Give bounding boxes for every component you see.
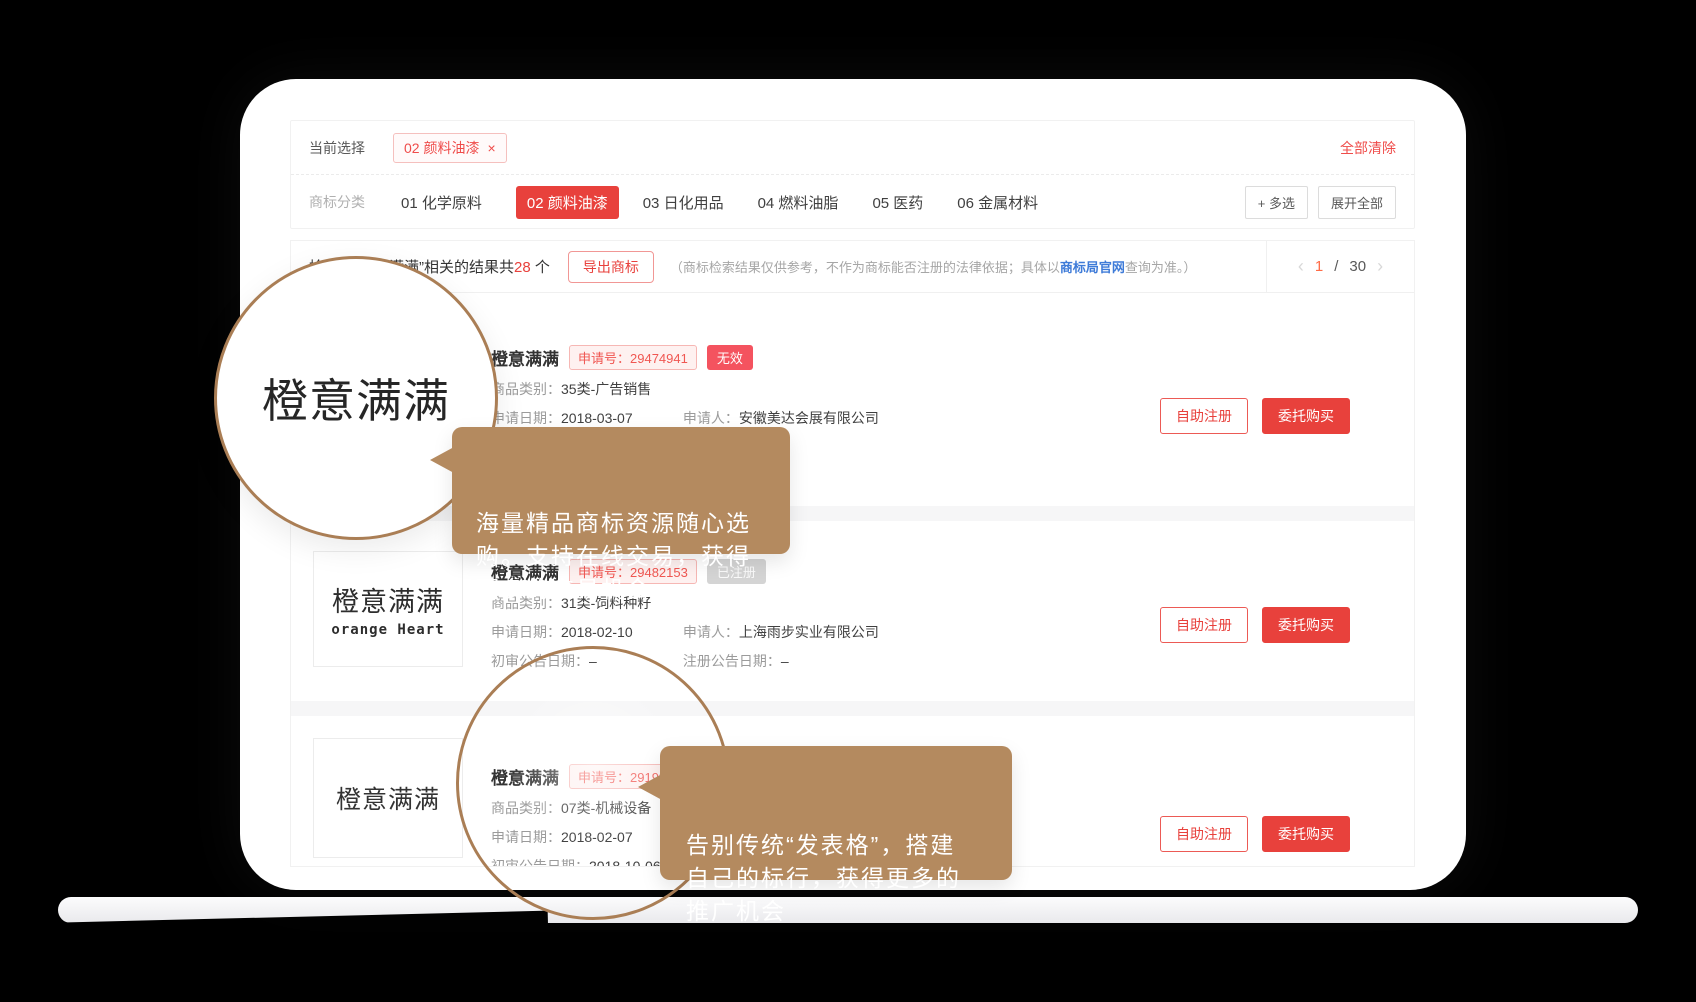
filter-panel: 当前选择 02 颜料油漆 × 全部清除 商标分类 01 化学原料 02 颜料油漆… xyxy=(290,120,1415,229)
field-value: 2018-02-07 xyxy=(561,829,633,845)
field-value: – xyxy=(781,653,789,669)
field-value: 35类-广告销售 xyxy=(561,381,651,397)
callout-promotion: 告别传统“发表格”，搭建 自己的标行，获得更多的 推广机会 xyxy=(660,746,1012,880)
field-label: 申请日期： xyxy=(491,410,561,426)
page-separator: / xyxy=(1334,258,1338,275)
field-value: 2018-02-10 xyxy=(561,624,633,640)
status-badge: 无效 xyxy=(707,345,753,370)
screenshot-stage: 当前选择 02 颜料油漆 × 全部清除 商标分类 01 化学原料 02 颜料油漆… xyxy=(0,0,1696,1002)
callout-arrow-icon xyxy=(430,447,454,473)
category-item-05[interactable]: 05 医药 xyxy=(872,192,923,213)
category-item-06[interactable]: 06 金属材料 xyxy=(957,192,1038,213)
row-divider xyxy=(291,701,1414,716)
current-page: 1 xyxy=(1315,258,1323,275)
disclaimer-text-pre: （商标检索结果仅供参考，不作为商标能否注册的法律依据；具体以 xyxy=(670,260,1060,275)
self-register-button[interactable]: 自助注册 xyxy=(1160,607,1248,643)
entrust-buy-button[interactable]: 委托购买 xyxy=(1262,398,1350,434)
category-item-01[interactable]: 01 化学原料 xyxy=(401,192,482,213)
callout-marketplace: 海量精品商标资源随心选 购。支持在线交易，获得 更多的交易机会 xyxy=(452,427,790,554)
prev-page-icon[interactable]: ‹ xyxy=(1298,256,1304,277)
field-value: – xyxy=(589,653,597,669)
field-label: 注册公告日期： xyxy=(683,653,781,669)
callout-arrow-icon xyxy=(638,774,662,800)
trademark-title: 橙意满满 xyxy=(491,345,559,370)
magnified-trademark-text: 橙意满满 xyxy=(262,365,450,431)
field-label: 初审公告日期： xyxy=(491,858,589,867)
field-label: 商品类别： xyxy=(491,381,561,397)
trademark-image: 橙意满满 xyxy=(313,738,463,858)
trademark-office-link[interactable]: 商标局官网 xyxy=(1060,260,1125,275)
category-item-02-selected[interactable]: 02 颜料油漆 xyxy=(516,186,619,219)
field-label: 申请日期： xyxy=(491,624,561,640)
entrust-buy-button[interactable]: 委托购买 xyxy=(1262,607,1350,643)
category-row-label: 商标分类 xyxy=(309,192,365,212)
multi-select-button[interactable]: + 多选 xyxy=(1245,186,1308,219)
field-label: 初审公告日期： xyxy=(491,653,589,669)
laptop-base xyxy=(58,897,1638,923)
results-count-suffix: 个 xyxy=(531,259,550,276)
pagination: ‹ 1 / 30 › xyxy=(1266,241,1414,292)
results-disclaimer: （商标检索结果仅供参考，不作为商标能否注册的法律依据；具体以商标局官网查询为准。… xyxy=(670,257,1197,276)
current-selection-label: 当前选择 xyxy=(309,138,365,158)
results-header: 检索到“橙意满满”相关的结果共28 个 导出商标 （商标检索结果仅供参考，不作为… xyxy=(291,241,1414,293)
trademark-image: 橙意满满 orange Heart xyxy=(313,551,463,667)
self-register-button[interactable]: 自助注册 xyxy=(1160,398,1248,434)
field-value: 2018-10-06 xyxy=(589,858,661,867)
next-page-icon[interactable]: › xyxy=(1377,256,1383,277)
field-value: 安徽美达会展有限公司 xyxy=(739,410,879,426)
field-label: 申请日期： xyxy=(491,829,561,845)
expand-all-button[interactable]: 展开全部 xyxy=(1318,186,1396,219)
category-item-03[interactable]: 03 日化用品 xyxy=(643,192,724,213)
entrust-buy-button[interactable]: 委托购买 xyxy=(1262,816,1350,852)
field-value: 2018-03-07 xyxy=(561,410,633,426)
current-selection-row: 当前选择 02 颜料油漆 × 全部清除 xyxy=(291,121,1414,175)
field-label: 申请人： xyxy=(683,410,739,426)
trademark-title: 橙意满满 xyxy=(491,764,559,789)
field-value: 07类-机械设备 xyxy=(561,800,651,816)
trademark-image-subtext: orange Heart xyxy=(331,622,444,638)
trademark-image-text: 橙意满满 xyxy=(336,780,440,816)
results-count: 28 xyxy=(514,259,531,276)
field-label: 申请人： xyxy=(683,624,739,640)
application-number-badge: 申请号：29474941 xyxy=(569,345,697,370)
total-pages: 30 xyxy=(1349,258,1366,275)
clear-all-button[interactable]: 全部清除 xyxy=(1340,138,1396,158)
field-label: 商品类别： xyxy=(491,800,561,816)
category-row: 商标分类 01 化学原料 02 颜料油漆 03 日化用品 04 燃料油脂 05 … xyxy=(291,175,1414,229)
remove-filter-icon[interactable]: × xyxy=(487,140,495,156)
selected-filter-tag[interactable]: 02 颜料油漆 × xyxy=(393,133,507,163)
disclaimer-text-post: 查询为准。） xyxy=(1125,260,1197,275)
trademark-image-text: 橙意满满 xyxy=(332,580,444,619)
field-value: 上海雨步实业有限公司 xyxy=(739,624,879,640)
self-register-button[interactable]: 自助注册 xyxy=(1160,816,1248,852)
selected-filter-tag-label: 02 颜料油漆 xyxy=(404,138,479,158)
category-item-04[interactable]: 04 燃料油脂 xyxy=(758,192,839,213)
export-trademarks-button[interactable]: 导出商标 xyxy=(568,251,654,283)
